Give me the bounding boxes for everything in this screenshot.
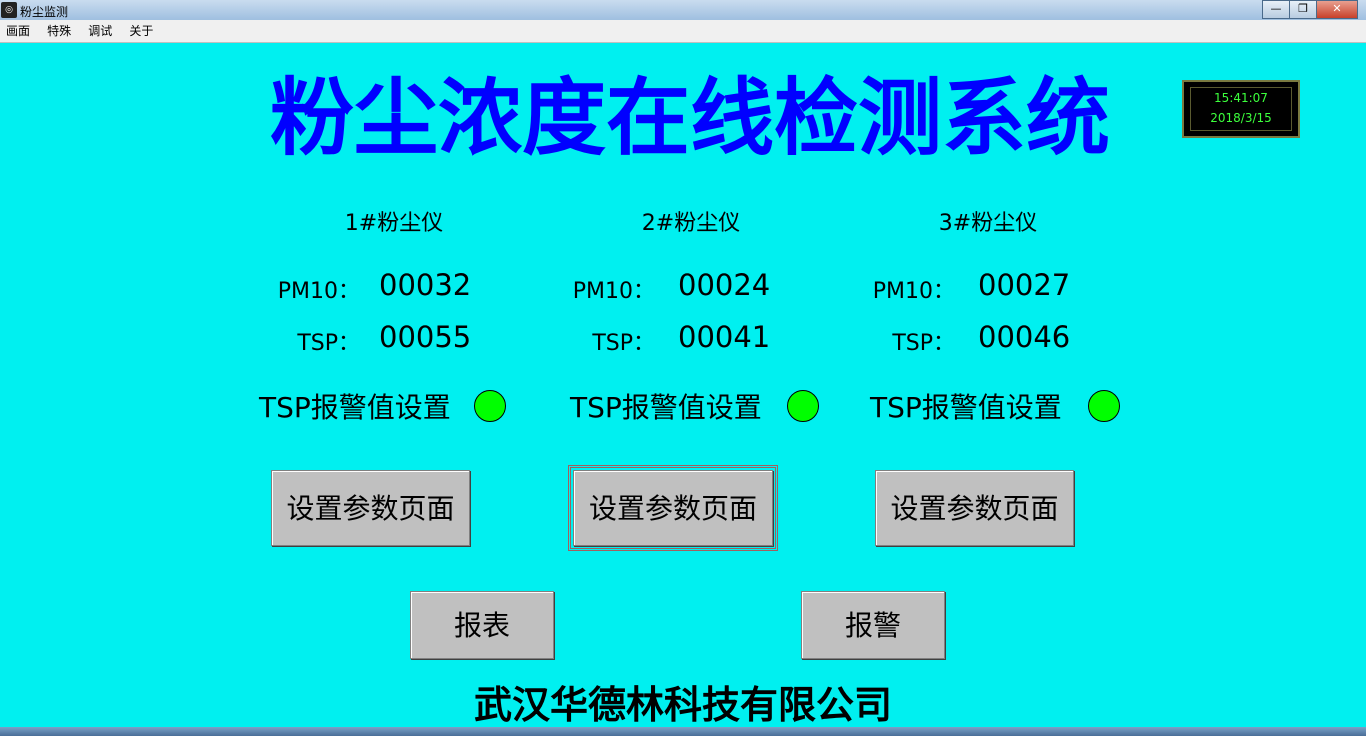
device-title: 2#粉尘仪 xyxy=(641,211,741,236)
maximize-button[interactable]: ❐ xyxy=(1289,0,1317,19)
device-title: 1#粉尘仪 xyxy=(344,211,444,236)
taskbar xyxy=(0,727,1366,736)
tsp-label: TSP： xyxy=(297,331,360,356)
pm10-value: 00024 xyxy=(678,268,771,302)
status-led-icon xyxy=(1088,390,1120,422)
pm10-value: 00032 xyxy=(379,268,472,302)
window-title: 粉尘监测 xyxy=(20,5,69,19)
menu-special[interactable]: 特殊 xyxy=(41,20,77,42)
pm10-label: PM10： xyxy=(872,279,955,304)
menu-screen[interactable]: 画面 xyxy=(0,20,36,42)
menu-about[interactable]: 关于 xyxy=(123,20,159,42)
pm10-value: 00027 xyxy=(978,268,1071,302)
pm10-label: PM10： xyxy=(572,279,655,304)
device-title: 3#粉尘仪 xyxy=(938,211,1038,236)
tsp-value: 00055 xyxy=(379,320,472,354)
device-3-settings-button[interactable]: 设置参数页面 xyxy=(875,470,1074,546)
clock-display: 15:41:07 2018/3/15 xyxy=(1182,80,1300,138)
app-icon[interactable]: ◎ xyxy=(1,2,17,18)
tsp-alarm-setting-label[interactable]: TSP报警值设置 xyxy=(570,386,762,426)
device-2-settings-button[interactable]: 设置参数页面 xyxy=(568,465,778,551)
status-led-icon xyxy=(474,390,506,422)
company-name: 武汉华德林科技有限公司 xyxy=(473,683,892,727)
tsp-label: TSP： xyxy=(592,331,655,356)
alarm-button[interactable]: 报警 xyxy=(801,591,945,659)
clock-date: 2018/3/15 xyxy=(1210,111,1272,125)
minimize-button[interactable]: — xyxy=(1262,0,1290,19)
close-button[interactable]: ✕ xyxy=(1316,0,1358,19)
tsp-alarm-setting-label[interactable]: TSP报警值设置 xyxy=(870,386,1062,426)
pm10-label: PM10： xyxy=(277,279,360,304)
menu-debug[interactable]: 调试 xyxy=(82,20,118,42)
tsp-label: TSP： xyxy=(892,331,955,356)
tsp-value: 00046 xyxy=(978,320,1071,354)
tsp-alarm-setting-label[interactable]: TSP报警值设置 xyxy=(259,386,451,426)
device-panel-2: 2#粉尘仪 PM10： 00024 TSP： 00041 TSP报警值设置 xyxy=(541,0,841,736)
status-led-icon xyxy=(787,390,819,422)
device-1-settings-button[interactable]: 设置参数页面 xyxy=(271,470,470,546)
window-controls: — ❐ ✕ xyxy=(1262,0,1358,19)
clock-time: 15:41:07 xyxy=(1214,91,1268,105)
tsp-value: 00041 xyxy=(678,320,771,354)
report-button[interactable]: 报表 xyxy=(410,591,554,659)
